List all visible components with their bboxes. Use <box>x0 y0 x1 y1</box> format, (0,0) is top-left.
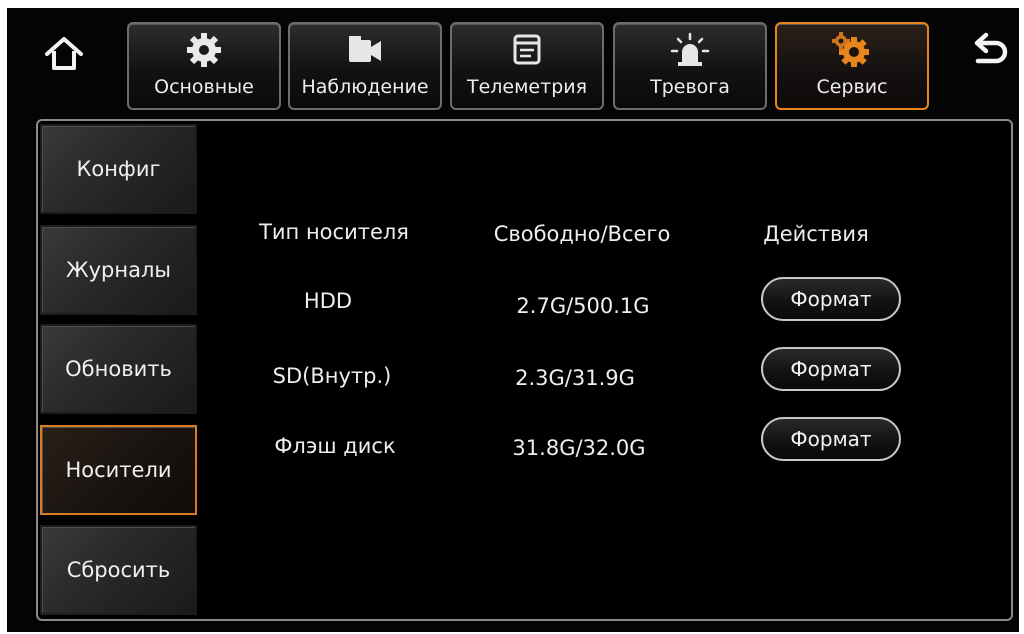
tab-label: Сервис <box>816 76 888 98</box>
tab-label: Основные <box>154 76 254 98</box>
column-header-media-type: Тип носителя <box>259 220 409 244</box>
sidebar-item-update[interactable]: Обновить <box>40 324 197 414</box>
tab-label: Тревога <box>650 76 730 98</box>
gear-icon <box>187 33 221 67</box>
sidebar-item-storage[interactable]: Носители <box>40 425 197 515</box>
tab-service[interactable]: Сервис <box>775 22 929 110</box>
format-button-label: Формат <box>790 357 872 381</box>
free-total-cell: 2.3G/31.9G <box>515 366 635 390</box>
sidebar-item-label: Журналы <box>66 258 171 282</box>
home-icon <box>45 37 83 70</box>
back-arrow-icon <box>974 32 1008 64</box>
media-type-cell: HDD <box>303 289 353 313</box>
window-icon <box>513 34 541 65</box>
sidebar-item-label: Конфиг <box>76 157 161 181</box>
back-button[interactable] <box>966 32 1012 74</box>
tab-label: Наблюдение <box>301 76 429 98</box>
media-type-cell: Флэш диск <box>274 434 396 458</box>
tab-alarm[interactable]: Тревога <box>613 22 767 110</box>
sidebar-item-label: Обновить <box>65 357 172 381</box>
free-total-cell: 2.7G/500.1G <box>516 294 650 318</box>
column-header-actions: Действия <box>763 222 869 246</box>
sidebar-item-reset[interactable]: Сбросить <box>40 525 197 615</box>
tab-surveillance[interactable]: Наблюдение <box>288 22 442 110</box>
sidebar-item-label: Носители <box>65 458 172 482</box>
format-button-label: Формат <box>790 427 872 451</box>
format-hdd-button[interactable]: Формат <box>761 277 901 321</box>
tab-basic[interactable]: Основные <box>127 22 281 110</box>
column-header-free-total: Свободно/Всего <box>493 222 671 246</box>
format-button-label: Формат <box>790 287 872 311</box>
free-total-cell: 31.8G/32.0G <box>512 436 646 460</box>
orange-gears-icon <box>832 32 869 67</box>
media-type-cell: SD(Внутр.) <box>272 364 392 388</box>
sidebar-item-logs[interactable]: Журналы <box>40 225 197 315</box>
alarm-siren-icon <box>670 32 710 66</box>
format-sd-button[interactable]: Формат <box>761 347 901 391</box>
sidebar-item-label: Сбросить <box>66 558 171 582</box>
tab-label: Телеметрия <box>466 76 588 98</box>
tab-telemetry[interactable]: Телеметрия <box>450 22 604 110</box>
video-camera-icon <box>349 36 381 62</box>
format-flash-button[interactable]: Формат <box>761 417 901 461</box>
sidebar-item-config[interactable]: Конфиг <box>40 124 197 214</box>
home-button[interactable] <box>42 34 86 74</box>
